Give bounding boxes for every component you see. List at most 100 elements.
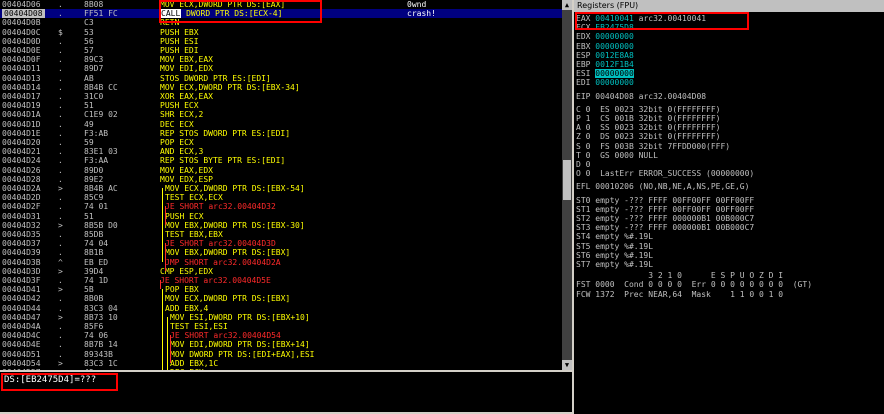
disasm-address: 00404D47 xyxy=(2,312,41,322)
flag-line: O 0 LastErr ERROR_SUCCESS (00000000) xyxy=(576,169,755,179)
disasm-row[interactable]: 00404D4A. 85F6 TEST ESI,ESI xyxy=(0,322,562,331)
disasm-instruction: POP EBX xyxy=(165,285,199,294)
register-value[interactable]: 00404D08 xyxy=(595,92,634,101)
register-value[interactable]: 00000000 xyxy=(595,42,634,51)
disasm-row[interactable]: 00404D51. 89343B MOV DWORD PTR DS:[EDI+EAX… xyxy=(0,350,562,359)
disasm-row[interactable]: 00404D32 >8B5B D0 MOV EBX,DWORD PTR DS:[EB… xyxy=(0,221,562,230)
disasm-row[interactable]: 00404D24. F3:AA REP STOS BYTE PTR ES:[EDI] xyxy=(0,156,562,165)
disasm-row[interactable]: 00404D2A >8B4B AC MOV ECX,DWORD PTR DS:[EB… xyxy=(0,184,562,193)
disasm-address: 00404D3D xyxy=(2,266,41,276)
jump-bracket xyxy=(165,243,166,271)
register-value[interactable]: 00000000 xyxy=(595,69,634,79)
disasm-row[interactable]: 00404D3D >39D4 CMP ESP,EDX xyxy=(0,267,562,276)
instruction-part: MOV ESI,DWORD PTR DS:[EBX+10] xyxy=(170,312,310,322)
disasm-marker: $ xyxy=(58,27,63,37)
disassembly-scrollbar[interactable]: ▲ ▼ xyxy=(562,0,572,370)
instruction-part: PUSH EDI xyxy=(160,46,199,55)
disasm-row[interactable]: 00404D4E. 8B7B 14 MOV EDI,DWORD PTR DS:[EB… xyxy=(0,340,562,349)
disasm-address: 00404D1E xyxy=(2,128,41,138)
disasm-address: 00404D44 xyxy=(2,303,41,313)
disasm-instruction: MOV EDI,DWORD PTR DS:[EBX+14] xyxy=(170,340,310,349)
disasm-row[interactable]: 00404D57. 49 DEC ECX xyxy=(0,368,562,370)
register-name: EDI xyxy=(576,78,591,88)
disasm-hex: F3:AB xyxy=(84,128,109,138)
register-value[interactable]: 00000000 xyxy=(595,32,634,41)
disasm-row[interactable]: 00404D41 >5B POP EBX xyxy=(0,285,562,294)
register-name: EDX xyxy=(576,32,591,42)
disasm-address: 00404D2D xyxy=(2,193,41,203)
disasm-row[interactable]: 00404D2F. 74 01 JE SHORT arc32.00404D32 xyxy=(0,202,562,211)
instruction-part: REP STOS DWORD PTR ES:[EDI] xyxy=(160,128,291,138)
disasm-row[interactable]: 00404D0F. 89C3 MOV EBX,EAX xyxy=(0,55,562,64)
instruction-part: DEC ECX xyxy=(170,368,204,370)
disasm-hex: 85DB xyxy=(84,230,104,239)
disasm-instruction: MOV ESI,DWORD PTR DS:[EBX+10] xyxy=(170,313,310,322)
disasm-hex: FF51 FC xyxy=(84,9,118,19)
disasm-row[interactable]: 00404D31. 51 PUSH ECX xyxy=(0,212,562,221)
disasm-row[interactable]: 00404D08. FF51 FC CALL DWORD PTR DS:[ECX-4… xyxy=(0,9,562,19)
disasm-row[interactable]: 00404D54 >83C3 1C ADD EBX,1C xyxy=(0,359,562,368)
scroll-down-icon[interactable]: ▼ xyxy=(562,360,572,370)
disasm-row[interactable]: 00404D3F. 74 1D JE SHORT arc32.00404D5E xyxy=(0,276,562,285)
registers-pane[interactable]: Registers (FPU) EAX 00410041 arc32.00410… xyxy=(574,0,884,414)
disasm-row[interactable]: 00404D13. AB STOS DWORD PTR ES:[EDI] xyxy=(0,74,562,83)
disasm-row[interactable]: 00404D26. 89D0 MOV EAX,EDX xyxy=(0,166,562,175)
jump-bracket xyxy=(160,280,161,290)
register-value[interactable]: 00410041 xyxy=(595,14,634,23)
disasm-instruction: PUSH ESI xyxy=(160,37,199,46)
disasm-row[interactable]: 00404D44. 83C3 04 ADD EBX,4 xyxy=(0,304,562,313)
register-value[interactable]: 0012E8A8 xyxy=(595,51,634,60)
scroll-thumb[interactable] xyxy=(563,160,571,200)
disasm-row[interactable]: 00404D35. 85DB TEST EBX,EBX xyxy=(0,230,562,239)
fpu-line: ST2 empty -??? FFFF 000000B1 00B000C7 xyxy=(576,214,755,223)
registers-title: Registers (FPU) xyxy=(574,0,884,12)
disassembly-pane[interactable]: 00404D06. 8B08 MOV ECX,DWORD PTR DS:[EAX] 0… xyxy=(0,0,562,370)
disasm-row[interactable]: 00404D3B ^ EB ED JMP SHORT arc32.00404D2A xyxy=(0,258,562,267)
disasm-marker: > xyxy=(58,285,63,295)
disasm-instruction: PUSH EDI xyxy=(160,46,199,55)
disasm-row[interactable]: 00404D1A. C1E9 02 SHR ECX,2 xyxy=(0,110,562,119)
disasm-instruction: JE SHORT arc32.00404D54 xyxy=(170,331,281,340)
disasm-row[interactable]: 00404D0E. 57 PUSH EDI xyxy=(0,46,562,55)
fpu-line: ST3 empty -??? FFFF 000000B1 00B000C7 xyxy=(576,223,755,233)
flag-row: O 0 LastErr ERROR_SUCCESS (00000000) xyxy=(576,169,754,178)
disasm-row[interactable]: 00404D1D. 49 DEC ECX xyxy=(0,120,562,129)
disasm-address: 00404D2F xyxy=(2,202,41,212)
disasm-row[interactable]: 00404D37. 74 04 JE SHORT arc32.00404D3D xyxy=(0,239,562,248)
register-value[interactable]: 00000000 xyxy=(595,78,634,87)
register-value[interactable]: 0012F1B4 xyxy=(595,60,634,69)
disasm-row[interactable]: 00404D2D. 85C9 TEST ECX,ECX xyxy=(0,193,562,202)
register-row: ECX EB2475D8 xyxy=(576,23,639,32)
disasm-address: 00404D54 xyxy=(2,358,41,368)
disasm-row[interactable]: 00404D42. 8B0B MOV ECX,DWORD PTR DS:[EBX] xyxy=(0,294,562,303)
scroll-up-icon[interactable]: ▲ xyxy=(562,0,572,10)
disasm-row[interactable]: 00404D39. 8B1B MOV EBX,DWORD PTR DS:[EBX] xyxy=(0,248,562,257)
instruction-part: SHR ECX,2 xyxy=(160,110,204,120)
disasm-row[interactable]: 00404D11. 89D7 MOV EDI,EDX xyxy=(0,64,562,73)
disasm-instruction: MOV EBX,DWORD PTR DS:[EBX-30] xyxy=(165,221,305,230)
disasm-row[interactable]: 00404D47 >8B73 10 MOV ESI,DWORD PTR DS:[EB… xyxy=(0,313,562,322)
flag-line: S 0 FS 003B 32bit 7FFDD000(FFF) xyxy=(576,141,731,151)
register-name: EAX xyxy=(576,14,591,23)
flag-line: D 0 xyxy=(576,160,591,169)
disasm-row[interactable]: 00404D14. 8B4B CC MOV ECX,DWORD PTR DS:[EB… xyxy=(0,83,562,92)
disasm-row[interactable]: 00404D28. 89E2 MOV EDX,ESP xyxy=(0,175,562,184)
disasm-row[interactable]: 00404D17. 31C0 XOR EAX,EAX xyxy=(0,92,562,101)
disasm-hex: 8B5B D0 xyxy=(84,220,118,230)
instruction-part: JMP SHORT arc32.00404D2A xyxy=(165,257,281,267)
disasm-row[interactable]: 00404D0C $53 PUSH EBX xyxy=(0,28,562,37)
disasm-row[interactable]: 00404D0D. 56 PUSH ESI xyxy=(0,37,562,46)
register-name: EBP xyxy=(576,60,591,69)
disasm-row[interactable]: 00404D20. 59 POP ECX xyxy=(0,138,562,147)
register-value[interactable]: EB2475D8 xyxy=(595,23,634,32)
register-name: ESI xyxy=(576,69,591,79)
disasm-row[interactable]: 00404D21. 83E1 03 AND ECX,3 xyxy=(0,147,562,156)
disasm-row[interactable]: 00404D0B C3 RETN xyxy=(0,18,562,27)
disasm-row[interactable]: 00404D4C. 74 06 JE SHORT arc32.00404D54 xyxy=(0,331,562,340)
disasm-hex: 74 06 xyxy=(84,331,109,341)
disasm-row[interactable]: 00404D1E. F3:AB REP STOS DWORD PTR ES:[EDI… xyxy=(0,129,562,138)
disasm-row[interactable]: 00404D19. 51 PUSH ECX xyxy=(0,101,562,110)
disasm-row[interactable]: 00404D06. 8B08 MOV ECX,DWORD PTR DS:[EAX] 0… xyxy=(0,0,562,9)
flag-row: T 0 GS 0000 NULL xyxy=(576,151,658,160)
disasm-hex: 83C3 1C xyxy=(84,358,118,368)
